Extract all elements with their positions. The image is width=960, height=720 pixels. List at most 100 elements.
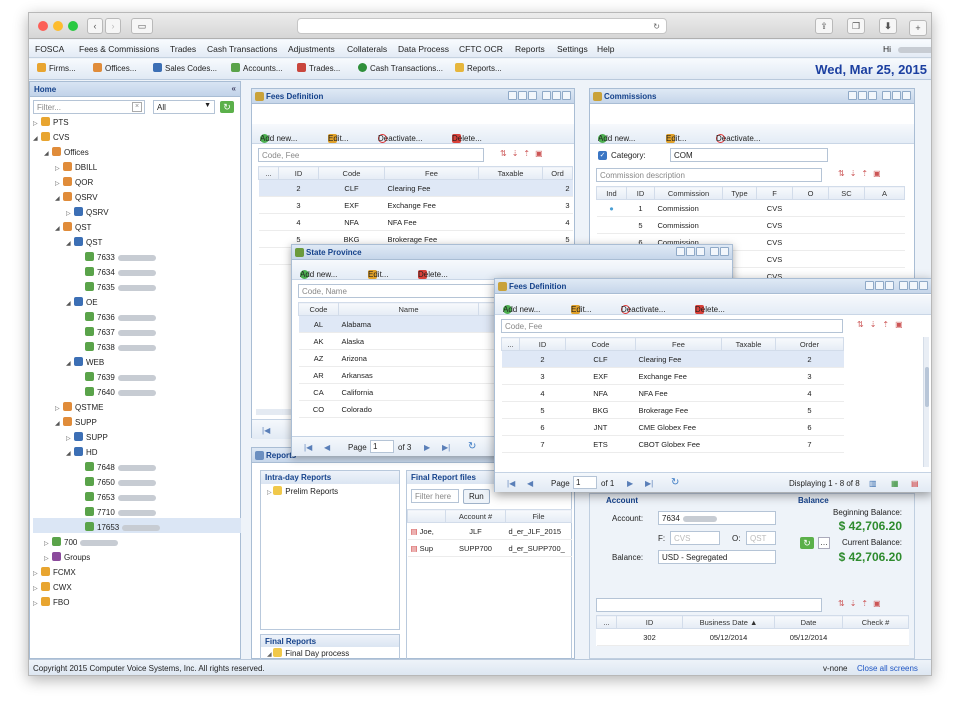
tabs-icon[interactable]: ❐	[847, 18, 865, 34]
balance-type-select[interactable]: USD - Segregated	[658, 550, 776, 564]
zoom-window-icon[interactable]	[68, 21, 78, 31]
run-button[interactable]: Run	[463, 489, 490, 504]
tree-node[interactable]: 7710	[77, 507, 156, 521]
tree-toggle-icon[interactable]: ▷	[55, 405, 63, 412]
tree-node[interactable]: ◢ QST	[66, 237, 102, 251]
table-row[interactable]: 3 EXF Exchange Fee 3	[258, 196, 573, 214]
forward-icon[interactable]: ›	[105, 18, 121, 34]
tree-node[interactable]: 7640	[77, 387, 156, 401]
tree-node[interactable]: ▷ CWX	[33, 582, 72, 596]
tree-node[interactable]: 7633	[77, 252, 156, 266]
reload-icon[interactable]: ↻	[653, 19, 660, 34]
tree-node[interactable]: 7636	[77, 312, 156, 326]
tree-node[interactable]: ◢ Offices	[44, 147, 89, 161]
sales-codes-button[interactable]: Sales Codes...	[153, 63, 217, 73]
menu-fosca[interactable]: FOSCA	[35, 44, 64, 54]
column-header[interactable]: Code	[318, 166, 385, 180]
first-page-icon[interactable]: |◀	[507, 479, 515, 488]
column-header[interactable]: Fee	[384, 166, 479, 180]
grid-tools-icons[interactable]: ⇅⇣⇡▣	[500, 149, 548, 158]
next-page-icon[interactable]: ▶	[424, 443, 430, 452]
minimize-window-icon[interactable]	[53, 21, 63, 31]
tree-toggle-icon[interactable]: ◢	[66, 300, 74, 307]
column-header[interactable]: Fee	[635, 337, 722, 351]
table-row[interactable]: ● 1 Commission CVS	[596, 199, 905, 217]
tree-toggle-icon[interactable]: ▷	[55, 180, 63, 187]
state-search-input[interactable]: Code, Name	[298, 284, 518, 298]
menu-adjustments[interactable]: Adjustments	[288, 44, 335, 54]
tree-node[interactable]: ◢ QSRV	[55, 192, 98, 206]
collapse-panel-icon[interactable]: «	[232, 84, 236, 93]
table-row[interactable]: 5 Commission CVS	[596, 216, 905, 234]
tree-node[interactable]: ▷ DBILL	[55, 162, 97, 176]
home-filter-input[interactable]: Filter... ×	[33, 100, 145, 114]
fees2-grid-tools[interactable]: ⇅⇣⇡▣	[857, 320, 909, 329]
more-options-button[interactable]: …	[818, 537, 830, 549]
column-header[interactable]: Taxable	[721, 337, 776, 351]
tree-toggle-icon[interactable]: ▷	[55, 165, 63, 172]
report-filter-input[interactable]: Filter here	[411, 489, 459, 503]
column-header[interactable]: ID	[626, 186, 655, 200]
account-input[interactable]: 7634	[658, 511, 776, 525]
tree-node[interactable]: ▷ SUPP	[66, 432, 108, 446]
tree-node[interactable]: ▷ QSRV	[66, 207, 109, 221]
table-row[interactable]: 4 NFA NFA Fee 4	[501, 384, 844, 402]
table-row[interactable]: 2 CLF Clearing Fee 2	[258, 179, 573, 197]
tree-toggle-icon[interactable]: ▷	[33, 600, 41, 607]
tree-node[interactable]: ▷ PTS	[33, 117, 69, 131]
category-checkbox[interactable]: ✓	[598, 151, 607, 160]
column-header[interactable]: ID	[519, 337, 566, 351]
table-row[interactable]: 3 EXF Exchange Fee 3	[501, 367, 844, 385]
new-tab-icon[interactable]: +	[909, 20, 927, 36]
menu-cftc-ocr[interactable]: CFTC OCR	[459, 44, 503, 54]
tree-toggle-icon[interactable]: ◢	[55, 195, 63, 202]
tree-toggle-icon[interactable]: ◢	[66, 450, 74, 457]
tree-node[interactable]: 7637	[77, 327, 156, 341]
trades-button[interactable]: Trades...	[297, 63, 340, 73]
next-page-icon[interactable]: ▶	[627, 479, 633, 488]
tree-node[interactable]: ▷ Groups	[44, 552, 90, 566]
refresh-icon[interactable]: ↻	[671, 477, 679, 488]
menu-fees-commissions[interactable]: Fees & Commissions	[79, 44, 159, 54]
table-row[interactable]: ▤ Joe, JLF d_er_JLF_2015	[407, 522, 572, 540]
tree-node[interactable]: ◢ OE	[66, 297, 98, 311]
close-all-screens-link[interactable]: Close all screens	[857, 664, 918, 673]
column-header[interactable]: Taxable	[478, 166, 543, 180]
page-number-input[interactable]: 1	[573, 476, 597, 489]
tree-node[interactable]: ▷ FBO	[33, 597, 69, 611]
tree-toggle-icon[interactable]: ◢	[55, 225, 63, 232]
tree-toggle-icon[interactable]: ▷	[33, 585, 41, 592]
commissions-panel-tools[interactable]	[847, 91, 911, 100]
tree-toggle-icon[interactable]: ◢	[66, 240, 74, 247]
category-input[interactable]: COM	[670, 148, 828, 162]
tree-toggle-icon[interactable]: ◢	[55, 420, 63, 427]
prev-page-icon[interactable]: ◀	[527, 479, 533, 488]
tree-toggle-icon[interactable]: ◢	[66, 360, 74, 367]
tree-node[interactable]: 7634	[77, 267, 156, 281]
commission-description-input[interactable]: Commission description	[596, 168, 822, 182]
tree-node[interactable]: 7648	[77, 462, 156, 476]
refresh-tree-icon[interactable]: ↻	[220, 101, 234, 113]
column-header[interactable]: Code	[298, 302, 339, 316]
prev-page-icon[interactable]: ◀	[324, 443, 330, 452]
column-header[interactable]	[407, 509, 446, 523]
column-header[interactable]: O	[792, 186, 829, 200]
first-page-icon[interactable]: |◀	[262, 426, 270, 435]
refresh-balance-icon[interactable]: ↻	[800, 537, 814, 549]
column-header[interactable]: F	[756, 186, 793, 200]
tree-node[interactable]: ◢ CVS	[33, 132, 69, 146]
tree-node[interactable]: ◢ HD	[66, 447, 98, 461]
column-header[interactable]: ID	[278, 166, 319, 180]
column-header[interactable]: Business Date ▲	[682, 615, 775, 629]
tree-node[interactable]: ▷ 700	[44, 537, 119, 551]
table-row[interactable]: ▤ Sup SUPP700 d_er_SUPP700_	[407, 539, 572, 557]
commissions-grid-tools[interactable]: ⇅⇣⇡▣	[838, 169, 886, 178]
menu-cash-transactions[interactable]: Cash Transactions	[207, 44, 277, 54]
first-page-icon[interactable]: |◀	[304, 443, 312, 452]
table-row[interactable]: 302 05/12/2014 05/12/2014	[596, 628, 909, 646]
column-header[interactable]: SC	[828, 186, 865, 200]
reports-button[interactable]: Reports...	[455, 63, 502, 73]
back-icon[interactable]: ‹	[87, 18, 103, 34]
menu-help[interactable]: Help	[597, 44, 614, 54]
transactions-grid-tools[interactable]: ⇅⇣⇡▣	[838, 599, 886, 608]
